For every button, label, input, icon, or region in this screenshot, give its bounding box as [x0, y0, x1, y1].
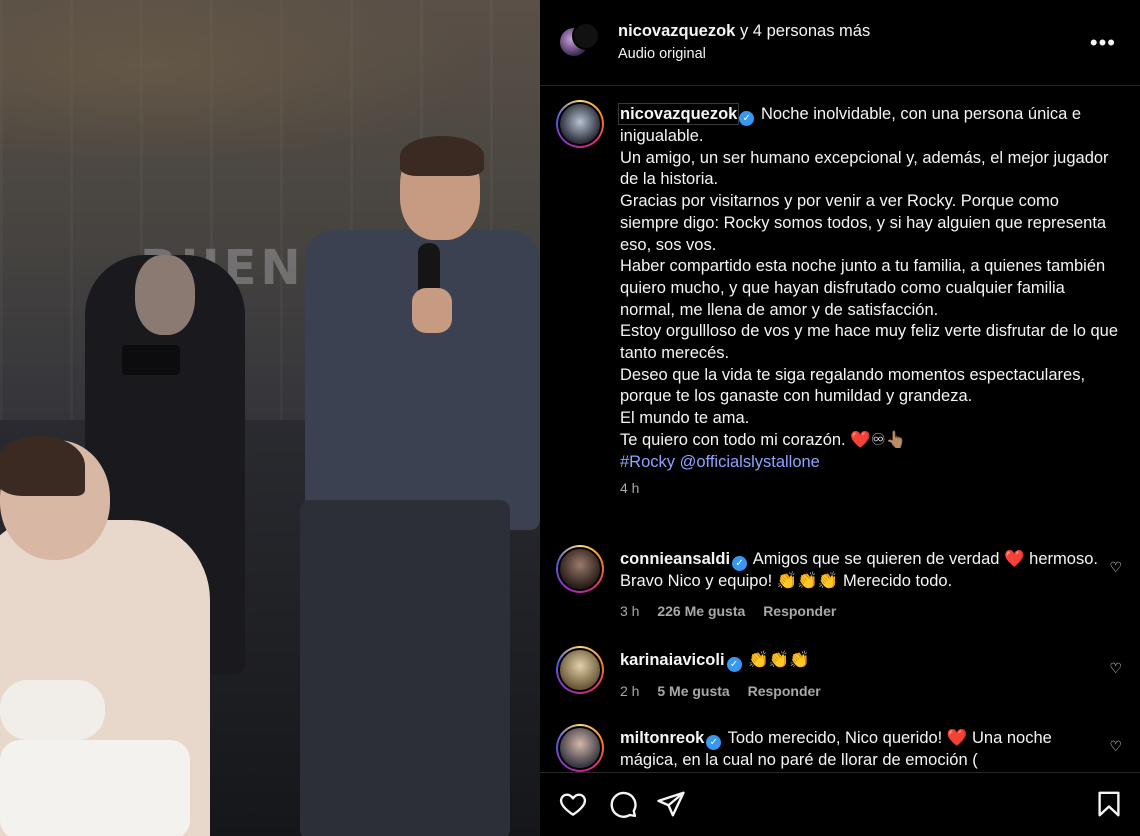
caption-avatar[interactable] [556, 100, 604, 148]
caption-username[interactable]: nicovazquezok [617, 103, 740, 125]
post-video[interactable]: BUENOS [0, 0, 540, 836]
comment-item: miltonreok ✓ Todo merecido, Nico querido!… [540, 724, 1140, 772]
photographer-head [135, 255, 195, 335]
share-icon[interactable] [656, 789, 686, 819]
verified-badge-icon: ✓ [739, 111, 755, 126]
verified-badge-icon: ✓ [726, 657, 742, 672]
more-options-icon[interactable]: ••• [1090, 30, 1116, 56]
comment-like-heart-icon[interactable]: ♡ [1109, 738, 1122, 755]
caption-line: El mundo te ama. [620, 409, 750, 428]
comment-icon[interactable] [608, 789, 638, 819]
caption-line: Deseo que la vida te siga regalando mome… [620, 365, 1086, 406]
post-header: nicovazquezok y 4 personas más Audio ori… [540, 0, 1140, 86]
comment-meta: 3 h 226 Me gusta Responder [620, 603, 850, 619]
caption-line: Gracias por visitarnos y por venir a ver… [620, 192, 1107, 254]
comment-likes[interactable]: 226 Me gusta [657, 603, 745, 619]
reply-button[interactable]: Responder [763, 603, 836, 619]
avatar[interactable] [572, 22, 600, 50]
verified-badge-icon: ✓ [732, 556, 748, 571]
comment-avatar[interactable] [556, 646, 604, 694]
comment-avatar[interactable] [556, 724, 604, 772]
comment-meta: 2 h 5 Me gusta Responder [620, 683, 835, 699]
post-actions-bar [540, 772, 1140, 836]
verified-badge-icon: ✓ [706, 735, 722, 750]
caption-line: Haber compartido esta noche junto a tu f… [620, 257, 1106, 319]
boxer-hair [0, 436, 85, 496]
post-authors: nicovazquezok y 4 personas más [618, 22, 870, 41]
comment-username[interactable]: karinaiavicoli [620, 651, 725, 669]
comment-time[interactable]: 2 h [620, 683, 639, 699]
audio-label[interactable]: Audio original [618, 46, 706, 62]
speaker-hair [400, 136, 484, 176]
caption-line: Un amigo, un ser humano excepcional y, a… [620, 148, 1109, 189]
caption-line: Te quiero con todo mi corazón. ❤️♾👆🏽 [620, 430, 907, 449]
post-details-panel: nicovazquezok y 4 personas más Audio ori… [540, 0, 1140, 836]
speaker-pants [300, 500, 510, 836]
post-timestamp[interactable]: 4 h [620, 478, 1120, 500]
comment-body: connieansaldi ✓ Amigos que se quieren de … [620, 549, 1100, 593]
caption-line: Estoy orgullloso de vos y me hace muy fe… [620, 322, 1118, 363]
boxer-shorts [0, 740, 190, 836]
author-username[interactable]: nicovazquezok [618, 22, 735, 40]
comment-time[interactable]: 3 h [620, 603, 639, 619]
collaborators-text[interactable]: y 4 personas más [740, 22, 870, 40]
bookmark-icon[interactable] [1094, 789, 1124, 819]
comment-likes[interactable]: 5 Me gusta [657, 683, 729, 699]
caption-tags[interactable]: #Rocky @officialslystallone [620, 453, 820, 471]
boxer-glove [0, 680, 105, 740]
phone-shape [122, 345, 180, 375]
comment-body: miltonreok ✓ Todo merecido, Nico querido!… [620, 728, 1100, 772]
comment-avatar[interactable] [556, 545, 604, 593]
comment-username[interactable]: miltonreok [620, 729, 704, 747]
comment-like-heart-icon[interactable]: ♡ [1109, 559, 1122, 576]
comment-username[interactable]: connieansaldi [620, 550, 730, 568]
speaker-hand [412, 288, 452, 333]
comment-body: karinaiavicoli ✓ 👏👏👏 [620, 650, 1100, 672]
comment-like-heart-icon[interactable]: ♡ [1109, 660, 1122, 677]
collab-avatars[interactable] [558, 20, 602, 64]
heart-icon[interactable] [558, 789, 588, 819]
post-caption: nicovazquezok ✓ Noche inolvidable, con un… [617, 103, 1120, 500]
reply-button[interactable]: Responder [748, 683, 821, 699]
comment-text: 👏👏👏 [748, 651, 810, 669]
